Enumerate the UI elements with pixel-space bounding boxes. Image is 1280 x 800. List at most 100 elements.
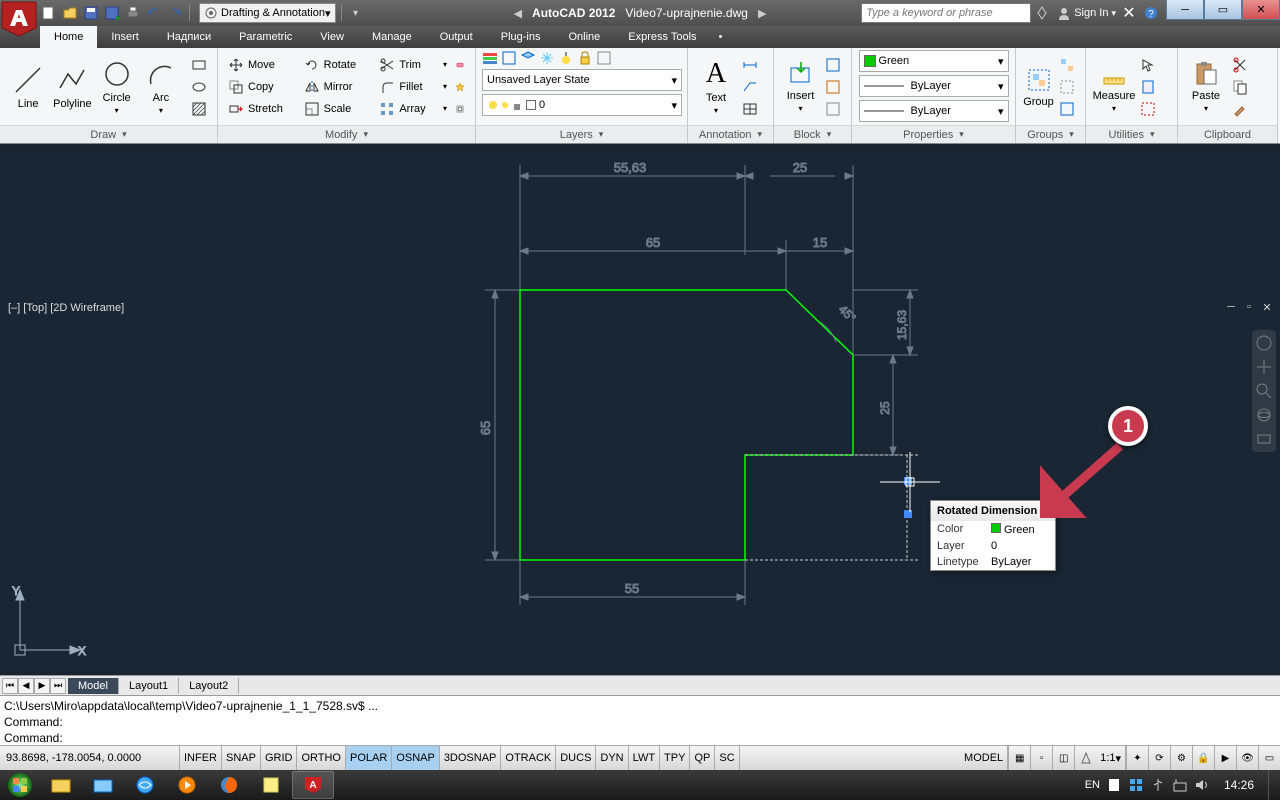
taskbar-autocad[interactable]: A [292, 771, 334, 799]
anno-vis-icon[interactable]: ✦ [1126, 746, 1148, 770]
signin-button[interactable]: Sign In ▾ [1057, 6, 1116, 20]
clean-screen-icon[interactable]: ▭ [1258, 746, 1280, 770]
tray-app-icon[interactable] [1128, 777, 1144, 793]
explode-button[interactable] [451, 76, 469, 98]
title-nav-left-icon[interactable]: ◀ [514, 7, 522, 20]
open-icon[interactable] [61, 4, 79, 22]
tab-view[interactable]: View [306, 26, 358, 48]
panel-groups-title[interactable]: Groups [1016, 125, 1085, 143]
annotation-scale[interactable]: 1:1▾ [1096, 746, 1126, 770]
qselect-button[interactable] [1136, 98, 1160, 120]
clock[interactable]: 14:26 [1216, 778, 1262, 792]
status-toggle-3dosnap[interactable]: 3DOSNAP [440, 746, 502, 770]
hardware-accel-icon[interactable]: ▶ [1214, 746, 1236, 770]
tab-bullet[interactable]: • [711, 26, 731, 48]
toolbar-lock-icon[interactable]: 🔒 [1192, 746, 1214, 770]
restore-button[interactable]: ▭ [1204, 0, 1242, 20]
dimension-button[interactable] [738, 54, 762, 76]
lineweight-dropdown[interactable]: ByLayer▾ [859, 75, 1009, 97]
layer-more-icon[interactable] [596, 50, 612, 66]
rotate-button[interactable]: Rotate [300, 54, 376, 76]
taskbar-libraries[interactable] [82, 771, 124, 799]
panel-properties-title[interactable]: Properties [852, 125, 1015, 143]
sheet-tab-layout1[interactable]: Layout1 [119, 678, 179, 694]
offset-button[interactable] [451, 98, 469, 120]
qat-dropdown-icon[interactable]: ▾ [347, 4, 365, 22]
status-toggle-snap[interactable]: SNAP [222, 746, 261, 770]
tray-network-icon[interactable] [1172, 777, 1188, 793]
help-icon[interactable]: ? [1142, 4, 1160, 22]
ungroup-button[interactable] [1055, 54, 1079, 76]
tab-insert[interactable]: Insert [97, 26, 153, 48]
status-model[interactable]: MODEL [960, 746, 1008, 770]
layer-prop-icon[interactable] [482, 50, 498, 66]
taskbar-ie[interactable] [124, 771, 166, 799]
showmotion-icon[interactable] [1255, 430, 1273, 448]
hatch-button[interactable] [187, 98, 211, 120]
measure-button[interactable]: Measure▾ [1092, 51, 1136, 123]
trim-button[interactable]: Trim▾ [375, 54, 451, 76]
layer-lock-icon[interactable] [577, 50, 593, 66]
scale-button[interactable]: Scale [300, 98, 376, 120]
start-button[interactable] [0, 770, 40, 800]
command-area[interactable]: C:\Users\Miro\appdata\local\temp\Video7-… [0, 695, 1280, 745]
zoom-extents-icon[interactable] [1255, 382, 1273, 400]
layer-states-icon[interactable] [501, 50, 517, 66]
panel-clipboard-title[interactable]: Clipboard [1178, 125, 1277, 143]
layer-off-icon[interactable] [558, 50, 574, 66]
tab-home[interactable]: Home [40, 26, 97, 48]
tab-parametric[interactable]: Parametric [225, 26, 306, 48]
copy-clip-button[interactable] [1228, 76, 1252, 98]
layer-freeze-icon[interactable] [539, 50, 555, 66]
group-edit-button[interactable] [1055, 76, 1079, 98]
layer-iso-icon[interactable] [520, 50, 536, 66]
taskbar-explorer[interactable] [40, 771, 82, 799]
tab-output[interactable]: Output [426, 26, 487, 48]
minimize-button[interactable]: ─ [1166, 0, 1204, 20]
sheet-tab-model[interactable]: Model [68, 678, 119, 694]
undo-icon[interactable] [145, 4, 163, 22]
status-qview-icon[interactable]: ◫ [1052, 746, 1074, 770]
rectangle-button[interactable] [187, 54, 211, 76]
anno-auto-icon[interactable]: ⟳ [1148, 746, 1170, 770]
status-toggle-infer[interactable]: INFER [180, 746, 222, 770]
edit-block-button[interactable] [821, 76, 845, 98]
close-button[interactable]: ✕ [1242, 0, 1280, 20]
tab-online[interactable]: Online [554, 26, 614, 48]
status-toggle-sc[interactable]: SC [715, 746, 739, 770]
layer-current-dropdown[interactable]: 0▾ [482, 94, 682, 116]
panel-utilities-title[interactable]: Utilities [1086, 125, 1177, 143]
status-toggle-dyn[interactable]: DYN [596, 746, 628, 770]
match-prop-button[interactable] [1228, 98, 1252, 120]
sheet-last-icon[interactable]: ⏭ [50, 678, 66, 694]
anno-scale-icon[interactable] [1074, 746, 1096, 770]
create-block-button[interactable] [821, 54, 845, 76]
status-toggle-polar[interactable]: POLAR [346, 746, 392, 770]
leader-button[interactable] [738, 76, 762, 98]
title-nav-right-icon[interactable]: ▶ [758, 7, 766, 20]
taskbar-firefox[interactable] [208, 771, 250, 799]
tab-labels[interactable]: Надписи [153, 26, 225, 48]
show-desktop-button[interactable] [1268, 770, 1278, 800]
tab-manage[interactable]: Manage [358, 26, 426, 48]
quickcalc-button[interactable] [1136, 76, 1160, 98]
redo-icon[interactable] [166, 4, 184, 22]
ellipse-button[interactable] [187, 76, 211, 98]
stretch-button[interactable]: Stretch [224, 98, 300, 120]
arc-button[interactable]: Arc▾ [139, 51, 183, 123]
orbit-icon[interactable] [1255, 406, 1273, 424]
fillet-button[interactable]: Fillet▾ [375, 76, 451, 98]
status-toggle-ducs[interactable]: DUCS [556, 746, 596, 770]
status-toggle-grid[interactable]: GRID [261, 746, 298, 770]
layer-state-dropdown[interactable]: Unsaved Layer State▾ [482, 69, 682, 91]
tray-volume-icon[interactable] [1194, 777, 1210, 793]
taskbar-notes[interactable] [250, 771, 292, 799]
search-input[interactable] [861, 3, 1031, 23]
status-toggle-qp[interactable]: QP [690, 746, 715, 770]
line-button[interactable]: Line [6, 51, 50, 123]
search-icon[interactable] [1035, 4, 1053, 22]
copy-button[interactable]: Copy [224, 76, 300, 98]
status-grid-icon[interactable]: ▦ [1008, 746, 1030, 770]
lang-indicator[interactable]: EN [1085, 779, 1100, 791]
workspace-switch-icon[interactable]: ⚙ [1170, 746, 1192, 770]
